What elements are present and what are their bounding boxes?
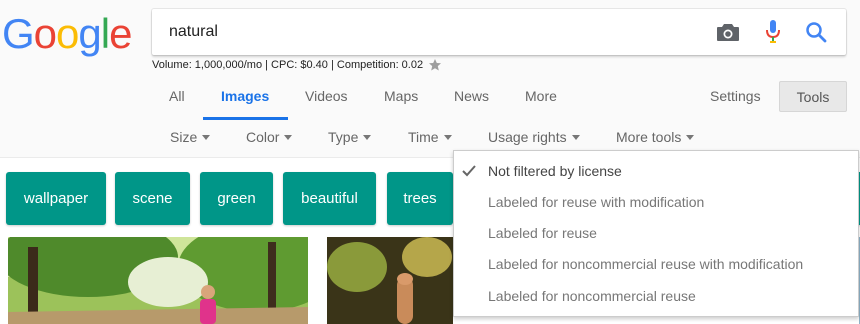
keyword-stats-text: Volume: 1,000,000/mo | CPC: $0.40 | Comp… xyxy=(152,59,424,71)
filter-label: Color xyxy=(246,129,280,145)
chip-scene[interactable]: scene xyxy=(115,172,190,225)
tools-button[interactable]: Tools xyxy=(779,81,847,112)
filter-label: Type xyxy=(328,129,359,145)
logo-letter: g xyxy=(78,10,101,57)
filter-label: Size xyxy=(170,129,198,145)
filter-usage-rights[interactable]: Usage rights xyxy=(488,122,580,152)
image-result-bokeh[interactable] xyxy=(327,237,453,324)
search-box xyxy=(152,9,846,55)
tab-videos[interactable]: Videos xyxy=(305,80,348,120)
filter-color[interactable]: Color xyxy=(246,122,293,152)
filter-size[interactable]: Size xyxy=(170,122,211,152)
chip-green[interactable]: green xyxy=(200,172,273,225)
image-result-runner[interactable] xyxy=(8,237,308,324)
logo-letter: o xyxy=(33,10,57,57)
filter-label: More tools xyxy=(616,129,682,145)
tab-news[interactable]: News xyxy=(454,80,489,120)
menu-item-label: Labeled for noncommercial reuse with mod… xyxy=(488,256,804,272)
menu-item-not-filtered[interactable]: Not filtered by license xyxy=(454,156,858,187)
search-icon[interactable] xyxy=(802,18,830,46)
caret-down-icon xyxy=(686,134,695,140)
active-tab-indicator xyxy=(203,117,288,120)
search-input[interactable] xyxy=(169,9,709,55)
tab-images[interactable]: Images xyxy=(221,80,269,120)
caret-down-icon xyxy=(284,134,293,140)
filter-time[interactable]: Time xyxy=(408,122,452,152)
usage-rights-menu: Not filtered by license Labeled for reus… xyxy=(453,150,859,317)
forest-path-image xyxy=(8,237,308,324)
caret-down-icon xyxy=(202,134,211,140)
logo-letter: o xyxy=(56,10,79,57)
filter-more-tools[interactable]: More tools xyxy=(616,122,695,152)
menu-item-label: Labeled for noncommercial reuse xyxy=(488,288,696,304)
menu-item-reuse-modification[interactable]: Labeled for reuse with modification xyxy=(454,187,858,218)
logo-letter: e xyxy=(109,10,132,57)
filter-type[interactable]: Type xyxy=(328,122,372,152)
caret-down-icon xyxy=(571,134,580,140)
logo-letter: G xyxy=(2,10,35,57)
menu-item-label: Labeled for reuse with modification xyxy=(488,194,705,210)
menu-item-reuse[interactable]: Labeled for reuse xyxy=(454,218,858,249)
keyword-stats: Volume: 1,000,000/mo | CPC: $0.40 | Comp… xyxy=(152,58,442,72)
nature-closeup-image xyxy=(327,237,453,324)
menu-item-label: Labeled for reuse xyxy=(488,225,597,241)
camera-icon[interactable] xyxy=(714,18,742,46)
caret-down-icon xyxy=(363,134,372,140)
settings-link[interactable]: Settings xyxy=(710,80,761,112)
tab-all[interactable]: All xyxy=(169,80,185,120)
logo-letter: l xyxy=(100,10,110,57)
chip-wallpaper[interactable]: wallpaper xyxy=(6,172,106,225)
checkmark-icon xyxy=(462,165,476,177)
caret-down-icon xyxy=(443,134,452,140)
filter-label: Time xyxy=(408,129,439,145)
menu-item-noncommercial-modification[interactable]: Labeled for noncommercial reuse with mod… xyxy=(454,249,858,280)
menu-item-label: Not filtered by license xyxy=(488,163,622,179)
microphone-icon[interactable] xyxy=(759,18,787,46)
chip-trees[interactable]: trees xyxy=(387,172,453,225)
chip-beautiful[interactable]: beautiful xyxy=(283,172,376,225)
filter-label: Usage rights xyxy=(488,129,567,145)
tab-more[interactable]: More xyxy=(525,80,557,120)
star-icon[interactable] xyxy=(428,58,442,72)
menu-item-noncommercial-reuse[interactable]: Labeled for noncommercial reuse xyxy=(454,281,858,312)
tab-maps[interactable]: Maps xyxy=(384,80,418,120)
google-logo[interactable]: Google xyxy=(2,10,132,58)
